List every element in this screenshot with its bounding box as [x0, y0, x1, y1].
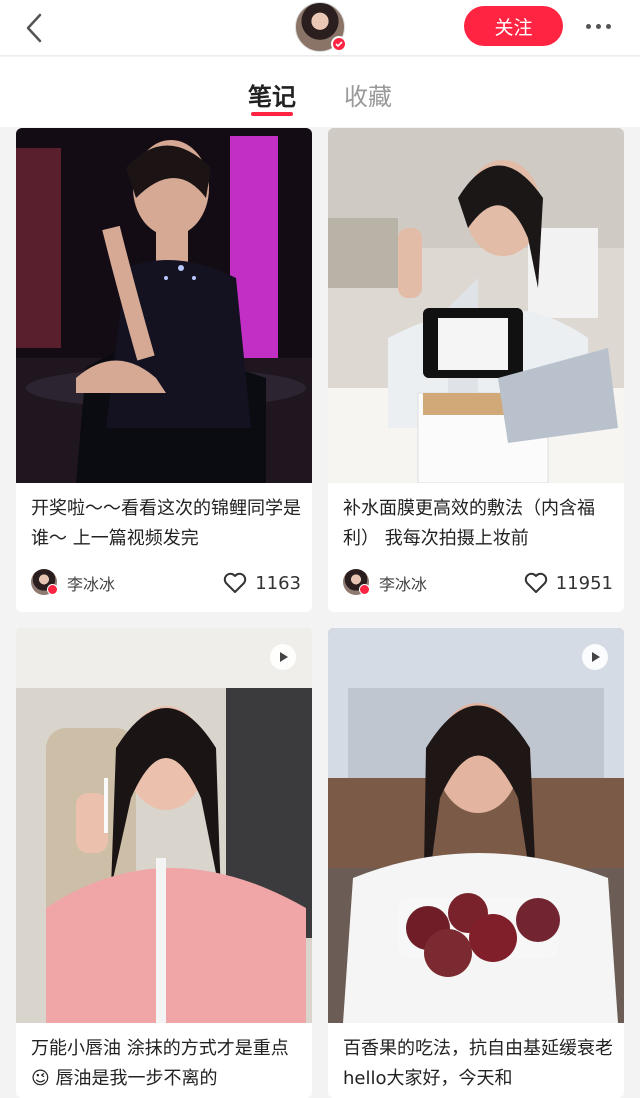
more-dot	[605, 23, 611, 29]
author-name[interactable]: 李冰冰	[67, 571, 115, 595]
note-cover-image	[16, 128, 312, 483]
note-card[interactable]: 万能小唇油 涂抹的方式才是重点😉 唇油是我一步不离的	[16, 628, 312, 1098]
note-title: 万能小唇油 涂抹的方式才是重点😉 唇油是我一步不离的	[31, 1038, 289, 1089]
top-bar: 关注	[0, 0, 640, 56]
note-card[interactable]: 补水面膜更高效的敷法（内含福利） 我每次拍摄上妆前 李冰冰 11951	[328, 128, 624, 612]
verified-badge-icon	[47, 584, 58, 595]
chevron-left-icon	[26, 13, 42, 43]
more-dots-icon	[585, 23, 591, 29]
note-card[interactable]: 开奖啦～～看看这次的锦鲤同学是谁～ 上一篇视频发完 李冰冰 1163	[16, 128, 312, 612]
profile-tabs: 笔记 收藏	[0, 57, 640, 127]
more-dot	[595, 23, 601, 29]
verified-badge-icon	[331, 36, 347, 52]
note-cover-image	[328, 628, 624, 1023]
note-title: 百香果的吃法，抗自由基延缓衰老 hello大家好，今天和	[343, 1038, 613, 1089]
more-button[interactable]	[578, 14, 618, 38]
note-cover-image	[16, 628, 312, 1023]
author-name[interactable]: 李冰冰	[379, 571, 427, 595]
verified-badge-icon	[359, 584, 370, 595]
note-meta: 李冰冰 1163	[31, 568, 301, 598]
like-button[interactable]: 1163	[223, 568, 301, 598]
profile-avatar[interactable]	[295, 2, 347, 52]
back-button[interactable]	[16, 10, 52, 46]
heart-icon	[524, 572, 547, 593]
like-count: 1163	[255, 572, 301, 594]
like-button[interactable]: 11951	[524, 568, 613, 598]
note-cover-image	[328, 128, 624, 483]
tab-favorites[interactable]: 收藏	[344, 77, 392, 112]
note-title: 开奖啦～～看看这次的锦鲤同学是谁～ 上一篇视频发完	[31, 498, 301, 549]
note-meta: 李冰冰 11951	[343, 568, 613, 598]
active-tab-indicator	[251, 112, 293, 116]
play-icon	[582, 644, 608, 670]
like-count: 11951	[555, 572, 613, 594]
note-title: 补水面膜更高效的敷法（内含福利） 我每次拍摄上妆前	[343, 498, 595, 549]
heart-icon	[223, 572, 247, 593]
note-card[interactable]: 百香果的吃法，抗自由基延缓衰老 hello大家好，今天和	[328, 628, 624, 1098]
follow-button[interactable]: 关注	[464, 6, 563, 46]
play-icon	[270, 644, 296, 670]
tab-notes[interactable]: 笔记	[248, 77, 296, 112]
